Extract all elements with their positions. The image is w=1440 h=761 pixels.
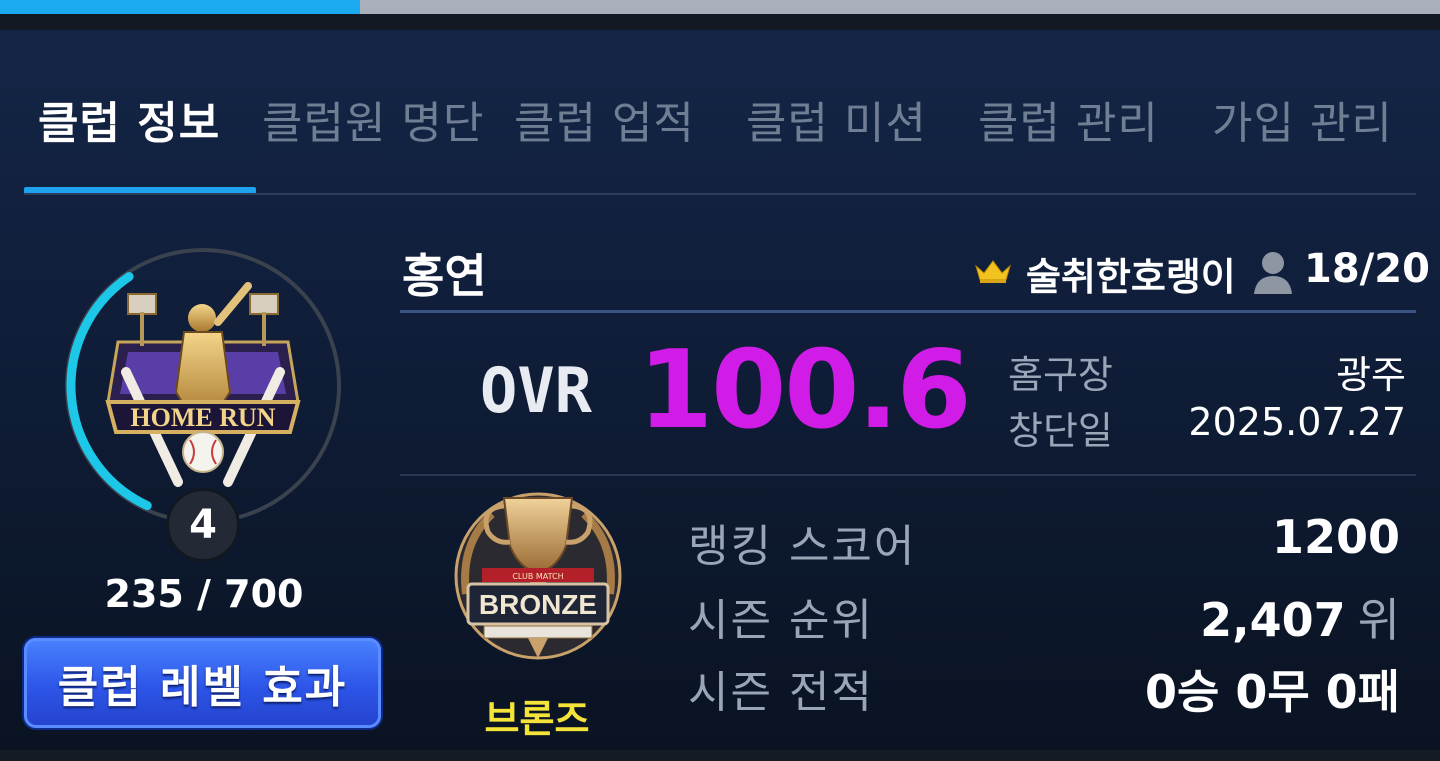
- club-level-effect-button[interactable]: 클럽 레벨 효과: [24, 638, 381, 728]
- tier-emblem-subtext: CLUB MATCH: [512, 572, 563, 581]
- member-icon: [1254, 252, 1292, 294]
- tab-divider: [24, 193, 1416, 195]
- club-master-name: 술취한호랭이: [1026, 255, 1236, 299]
- season-rank: 2,407 위: [1200, 584, 1400, 650]
- ovr-value: 100.6: [638, 328, 972, 453]
- tab-club-management[interactable]: 클럽 관리: [978, 92, 1159, 156]
- season-record-value: 0승 0무 0패: [1144, 665, 1400, 719]
- stadium-value: 광주: [1336, 353, 1406, 397]
- founded-value: 2025.07.27: [1188, 400, 1406, 444]
- top-dark-strip: [0, 14, 1440, 30]
- tab-club-missions[interactable]: 클럽 미션: [746, 92, 927, 156]
- tab-bar: 클럽 정보 클럽원 명단 클럽 업적 클럽 미션 클럽 관리 가입 관리: [24, 92, 1416, 162]
- club-exp-text: 235 / 700: [104, 572, 304, 616]
- top-progress-bar: [0, 0, 1440, 14]
- tab-join-management[interactable]: 가입 관리: [1212, 92, 1393, 156]
- ranking-score-value: 1200: [1271, 510, 1400, 564]
- club-name: 홍연: [402, 249, 487, 303]
- tab-club-members[interactable]: 클럽원 명단: [262, 92, 484, 156]
- tab-club-achievements[interactable]: 클럽 업적: [514, 92, 695, 156]
- tab-club-info[interactable]: 클럽 정보: [38, 92, 220, 156]
- bottom-strip: [0, 750, 1440, 761]
- top-progress-fill: [0, 0, 360, 14]
- club-level-badge: 4: [166, 488, 240, 562]
- tier-emblem-text: BRONZE: [479, 589, 597, 620]
- season-rank-value: 2,407: [1200, 593, 1346, 647]
- ovr-label: OVR: [480, 354, 592, 427]
- club-emblem: HOME RUN: [105, 282, 301, 487]
- season-record-label: 시즌 전적: [688, 667, 874, 718]
- club-member-count: 18/20: [1304, 246, 1430, 292]
- emblem-text: HOME RUN: [130, 403, 275, 432]
- season-rank-label: 시즌 순위: [688, 595, 874, 646]
- tier-name: 브론즈: [484, 697, 590, 741]
- mid-divider: [400, 474, 1416, 476]
- ranking-score-label: 랭킹 스코어: [688, 521, 917, 572]
- stadium-label: 홈구장: [1008, 353, 1113, 397]
- header-divider: [400, 310, 1416, 313]
- season-rank-unit: 위: [1357, 593, 1400, 647]
- founded-label: 창단일: [1008, 409, 1113, 453]
- tier-emblem: CLUB MATCH BRONZE: [454, 492, 622, 660]
- crown-icon: [975, 260, 1011, 283]
